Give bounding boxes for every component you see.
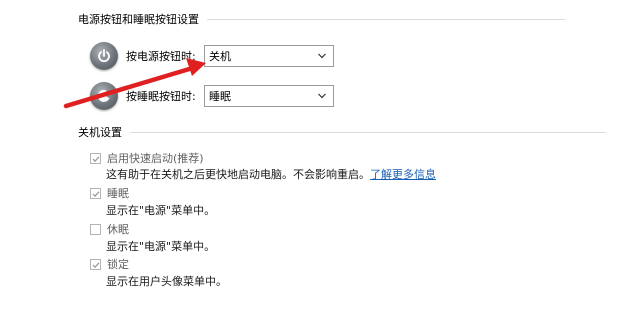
checkmark-icon <box>92 155 100 162</box>
chevron-down-icon <box>318 53 326 59</box>
header-divider <box>130 131 606 133</box>
hibernate-option-label: 休眠 <box>107 223 129 236</box>
sleep-option[interactable]: 睡眠 <box>90 185 129 201</box>
fast-startup-label: 启用快速启动(推荐) <box>107 152 204 165</box>
checkmark-icon <box>92 190 100 197</box>
shutdown-section-header: 关机设置 <box>78 124 606 140</box>
sleep-button-action-select[interactable]: 睡眠 <box>204 85 334 107</box>
lock-checkbox[interactable] <box>90 258 101 270</box>
hibernate-option[interactable]: 休眠 <box>90 221 129 237</box>
power-button-row: 按电源按钮时: 关机 <box>90 42 334 70</box>
sleep-button-label: 按睡眠按钮时: <box>126 90 196 103</box>
sleep-checkbox[interactable] <box>90 187 101 199</box>
lock-option-label: 锁定 <box>107 258 129 271</box>
power-buttons-header-text: 电源按钮和睡眠按钮设置 <box>78 13 199 26</box>
sleep-button-row: 按睡眠按钮时: 睡眠 <box>90 82 334 110</box>
sleep-option-description: 显示在"电源"菜单中。 <box>106 204 216 217</box>
power-button-label: 按电源按钮时: <box>126 50 196 63</box>
lock-option-description: 显示在用户头像菜单中。 <box>106 275 227 288</box>
checkmark-icon <box>92 261 100 268</box>
shutdown-header-text: 关机设置 <box>78 126 122 139</box>
power-button-action-select[interactable]: 关机 <box>204 45 334 67</box>
sleep-option-label: 睡眠 <box>107 187 129 200</box>
sleep-icon <box>90 82 118 110</box>
sleep-button-selected-value: 睡眠 <box>209 90 231 103</box>
hibernate-option-description: 显示在"电源"菜单中。 <box>106 240 216 253</box>
power-icon <box>90 42 118 70</box>
fast-startup-option[interactable]: 启用快速启动(推荐) <box>90 150 204 166</box>
learn-more-link[interactable]: 了解更多信息 <box>370 168 436 181</box>
fast-startup-description: 这有助于在关机之后更快地启动电脑。不会影响重启。 <box>106 168 370 181</box>
header-divider <box>207 18 565 20</box>
lock-option[interactable]: 锁定 <box>90 256 129 272</box>
fast-startup-description-line: 这有助于在关机之后更快地启动电脑。不会影响重启。了解更多信息 <box>106 166 436 182</box>
chevron-down-icon <box>318 93 326 99</box>
power-buttons-section-header: 电源按钮和睡眠按钮设置 <box>78 11 565 27</box>
hibernate-checkbox[interactable] <box>90 223 101 235</box>
fast-startup-checkbox[interactable] <box>90 152 101 164</box>
power-button-selected-value: 关机 <box>209 50 231 63</box>
